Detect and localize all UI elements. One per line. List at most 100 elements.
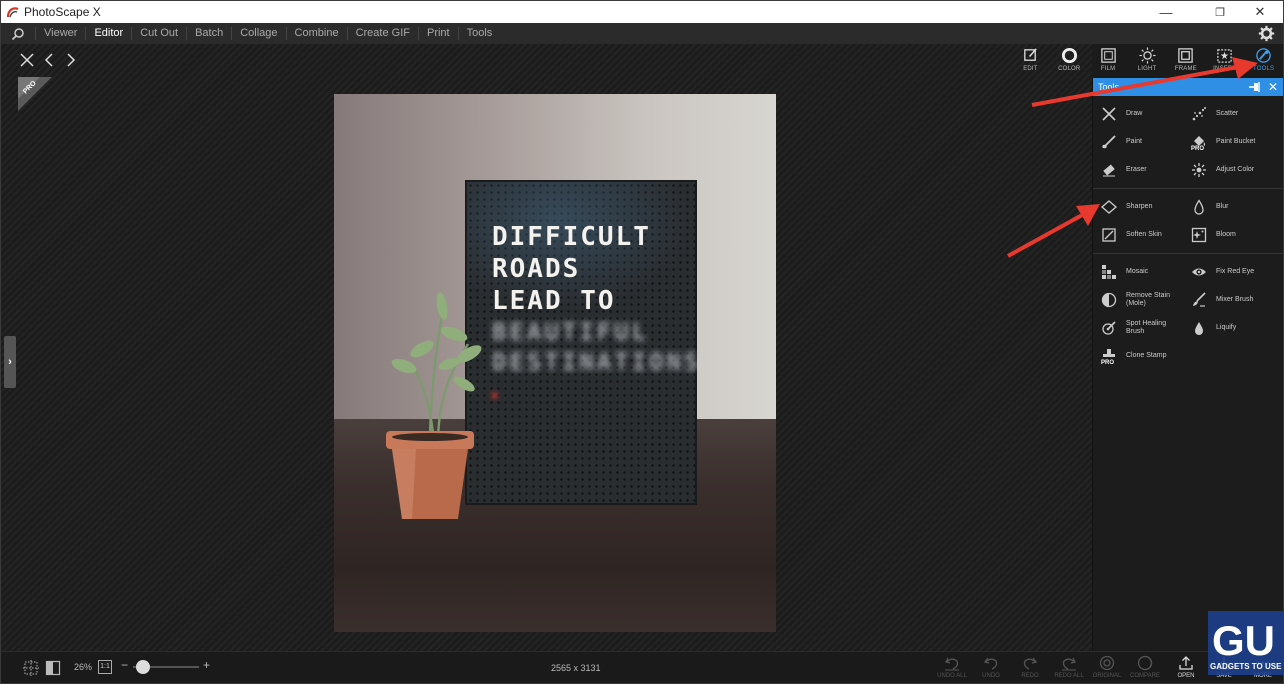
photo-nav bbox=[19, 52, 79, 68]
tool-label: Fix Red Eye bbox=[1216, 268, 1255, 275]
menu-item-print[interactable]: Print bbox=[417, 27, 458, 40]
tab-edit[interactable]: EDIT bbox=[1011, 44, 1050, 78]
plant-illustration bbox=[391, 292, 482, 444]
tab-label: LIGHT bbox=[1137, 66, 1157, 72]
maximize-button[interactable]: ❐ bbox=[1203, 1, 1237, 23]
original-button[interactable]: ORIGINAL bbox=[1088, 654, 1126, 683]
tool-label: Paint bbox=[1126, 138, 1142, 145]
tool-liquify[interactable]: Liquify bbox=[1183, 314, 1273, 342]
zoom-out-button[interactable]: − bbox=[121, 658, 128, 672]
paint-bucket-icon: PRO bbox=[1191, 136, 1206, 150]
mode-menu-bar: Viewer Editor Cut Out Batch Collage Combine Cr… bbox=[1, 23, 1283, 44]
tab-insert[interactable]: INSERT bbox=[1205, 44, 1244, 78]
open-button[interactable]: OPEN bbox=[1167, 654, 1205, 683]
editor-canvas[interactable]: PRO › DIFFICULT ROADS LEAD TO BEAUTIFUL … bbox=[1, 44, 1092, 651]
undo-all-button[interactable]: UNDO ALL bbox=[933, 654, 971, 683]
board-line-5-blurred: DESTINATIONS bbox=[492, 348, 702, 376]
eraser-icon bbox=[1103, 164, 1115, 177]
board-line-2: ROADS bbox=[492, 254, 581, 284]
tool-label: Mosaic bbox=[1126, 268, 1149, 275]
zoom-slider-handle[interactable] bbox=[135, 660, 150, 674]
menu-item-cut-out[interactable]: Cut Out bbox=[131, 27, 186, 40]
menu-item-create-gif[interactable]: Create GIF bbox=[346, 27, 418, 40]
tool-label: Mixer Brush bbox=[1216, 296, 1254, 303]
tool-group: Sharpen Blur Soften Skin Bloom bbox=[1093, 189, 1283, 254]
menu-item-batch[interactable]: Batch bbox=[186, 27, 231, 40]
side-panel-toggle[interactable]: › bbox=[4, 336, 16, 388]
tab-film[interactable]: FILM bbox=[1089, 44, 1128, 78]
zoom-one-to-one-button[interactable]: 1:1 bbox=[98, 660, 112, 674]
tool-paint[interactable]: Paint bbox=[1093, 128, 1183, 156]
insert-icon bbox=[1217, 49, 1232, 63]
tool-adjust-color[interactable]: Adjust Color bbox=[1183, 156, 1273, 184]
tool-label: Blur bbox=[1216, 203, 1229, 210]
bloom-icon bbox=[1191, 227, 1207, 243]
tab-label: EDIT bbox=[1023, 66, 1038, 72]
tool-mixer-brush[interactable]: Mixer Brush bbox=[1183, 286, 1273, 314]
crop-grid-icon[interactable] bbox=[23, 660, 39, 676]
tool-label: Scatter bbox=[1216, 110, 1239, 117]
tool-bloom[interactable]: Bloom bbox=[1183, 221, 1273, 249]
menu-item-collage[interactable]: Collage bbox=[231, 27, 285, 40]
edited-photo[interactable]: DIFFICULT ROADS LEAD TO BEAUTIFUL DESTIN… bbox=[334, 94, 776, 632]
zoom-in-button[interactable]: + bbox=[203, 658, 210, 672]
close-window-button[interactable]: ✕ bbox=[1243, 1, 1277, 23]
panel-close-button[interactable]: ✕ bbox=[1268, 80, 1278, 94]
menu-item-tools[interactable]: Tools bbox=[457, 27, 501, 40]
tab-light[interactable]: LIGHT bbox=[1128, 44, 1167, 78]
tab-label: FILM bbox=[1100, 66, 1116, 72]
redo-button[interactable]: REDO bbox=[1011, 654, 1049, 683]
fit-view-icon[interactable] bbox=[45, 660, 61, 676]
close-photo-icon[interactable] bbox=[19, 52, 35, 68]
adjust-color-icon bbox=[1192, 163, 1206, 177]
tool-label: Draw bbox=[1126, 110, 1143, 117]
tool-soften-skin[interactable]: Soften Skin bbox=[1093, 221, 1183, 249]
svg-text:PRO: PRO bbox=[1101, 360, 1114, 364]
tool-fix-red-eye[interactable]: Fix Red Eye bbox=[1183, 258, 1273, 286]
tool-scatter[interactable]: Scatter bbox=[1183, 100, 1273, 128]
tool-sharpen[interactable]: Sharpen bbox=[1093, 193, 1183, 221]
menu-item-combine[interactable]: Combine bbox=[285, 27, 347, 40]
title-bar: PhotoScape X — ❐ ✕ bbox=[1, 1, 1283, 23]
tool-paint-bucket[interactable]: PRO Paint Bucket bbox=[1183, 128, 1273, 156]
pin-icon[interactable] bbox=[1249, 81, 1261, 93]
tool-group: Mosaic Fix Red Eye Remove Stain (Mole) Mixe… bbox=[1093, 254, 1283, 374]
tool-draw[interactable]: Draw bbox=[1093, 100, 1183, 128]
tab-label: FRAME bbox=[1174, 66, 1197, 72]
undo-button[interactable]: UNDO bbox=[972, 654, 1010, 683]
undo-all-icon bbox=[945, 657, 959, 671]
panel-title: Tools bbox=[1098, 82, 1120, 92]
tool-eraser[interactable]: Eraser bbox=[1093, 156, 1183, 184]
tool-label: Eraser bbox=[1126, 166, 1147, 173]
pro-badge: PRO bbox=[18, 77, 52, 111]
spot-healing-icon bbox=[1102, 321, 1116, 335]
minimize-button[interactable]: — bbox=[1149, 1, 1183, 23]
tool-spot-healing-brush[interactable]: Spot Healing Brush bbox=[1093, 314, 1183, 342]
search-button[interactable] bbox=[1, 23, 35, 44]
color-icon bbox=[1061, 47, 1077, 64]
compare-button[interactable]: COMPARE bbox=[1126, 654, 1164, 683]
tool-mosaic[interactable]: Mosaic bbox=[1093, 258, 1183, 286]
tool-blur[interactable]: Blur bbox=[1183, 193, 1273, 221]
action-label: COMPARE bbox=[1130, 673, 1160, 679]
tool-label: Bloom bbox=[1216, 231, 1236, 238]
tool-clone-stamp[interactable]: PRO Clone Stamp bbox=[1093, 342, 1183, 370]
action-label: OPEN bbox=[1177, 673, 1195, 679]
tab-frame[interactable]: FRAME bbox=[1166, 44, 1205, 78]
svg-text:GADGETS TO USE: GADGETS TO USE bbox=[1210, 662, 1282, 671]
tool-group: Draw Scatter Paint PRO Paint Bucket Eraser Adj… bbox=[1093, 96, 1283, 189]
menu-item-viewer[interactable]: Viewer bbox=[35, 27, 85, 40]
next-photo-icon[interactable] bbox=[63, 52, 79, 68]
action-label: REDO ALL bbox=[1054, 673, 1084, 679]
panel-header: Tools ✕ bbox=[1093, 78, 1283, 96]
settings-gear-icon[interactable] bbox=[1258, 25, 1275, 42]
tool-remove-stain-mole[interactable]: Remove Stain (Mole) bbox=[1093, 286, 1183, 314]
menu-item-editor[interactable]: Editor bbox=[85, 27, 131, 40]
tab-tools[interactable]: TOOLS bbox=[1244, 44, 1283, 78]
paint-icon bbox=[1102, 135, 1116, 149]
previous-photo-icon[interactable] bbox=[41, 52, 57, 68]
editor-tab-bar: EDIT COLOR FILM LIGHT FRAME INSERT TOOLS bbox=[1011, 44, 1283, 78]
image-dimensions: 2565 x 3131 bbox=[551, 663, 601, 673]
tab-color[interactable]: COLOR bbox=[1050, 44, 1089, 78]
redo-all-button[interactable]: REDO ALL bbox=[1050, 654, 1088, 683]
